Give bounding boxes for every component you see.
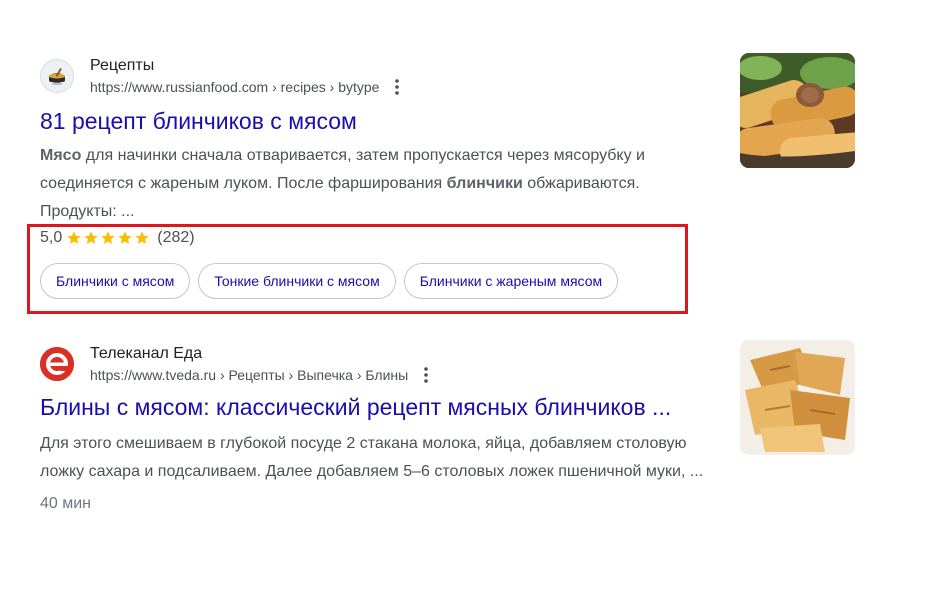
folded-crepes-image[interactable] <box>740 340 855 455</box>
rating-score: 5,0 <box>40 229 63 246</box>
result-title-link[interactable]: 81 рецепт блинчиков с мясом <box>40 106 740 136</box>
tveda-logo-icon <box>40 347 74 381</box>
more-options-icon[interactable] <box>420 366 432 384</box>
star-icon <box>118 231 132 244</box>
site-name: Телеканал Еда <box>90 345 203 362</box>
rating-row: 5,0 (282) <box>40 226 195 250</box>
snippet-bold-term: Мясо <box>40 147 82 164</box>
rating-count: (282) <box>157 229 195 246</box>
star-icon <box>84 231 98 244</box>
result-title-link[interactable]: Блины с мясом: классический рецепт мясны… <box>40 390 720 424</box>
chip-tonkie-blinchiki[interactable]: Тонкие блинчики с мясом <box>198 263 396 299</box>
stuffed-crepes-image[interactable] <box>740 53 855 168</box>
star-icon <box>67 231 81 244</box>
chip-zharenym-myasom[interactable]: Блинчики с жареным мясом <box>403 263 619 299</box>
site-name: Рецепты <box>90 57 155 74</box>
result-snippet: Мясо для начинки сначала отваривается, з… <box>40 142 710 226</box>
cooking-time: 40 мин <box>40 495 92 512</box>
star-icon <box>101 231 115 244</box>
snippet-bold-term: блинчики <box>446 175 523 192</box>
chip-blinchiki-s-myasom[interactable]: Блинчики с мясом <box>40 263 191 299</box>
star-rating <box>66 230 151 246</box>
cooking-pot-icon <box>40 59 74 93</box>
star-icon <box>135 231 149 244</box>
result-url: https://www.russianfood.com › recipes › … <box>90 79 380 95</box>
search-result-2: Телеканал Еда https://www.tveda.ru › Рец… <box>40 340 740 516</box>
result-source[interactable]: Телеканал Еда https://www.tveda.ru › Рец… <box>40 340 740 388</box>
more-options-icon[interactable] <box>391 78 403 96</box>
result-url: https://www.tveda.ru › Рецепты › Выпечка… <box>90 367 409 383</box>
result-source[interactable]: Рецепты https://www.russianfood.com › re… <box>40 52 740 100</box>
result-snippet: Для этого смешиваем в глубокой посуде 2 … <box>40 435 704 480</box>
related-chips: Блинчики с мясом Тонкие блинчики с мясом… <box>40 263 626 299</box>
search-result-1: Рецепты https://www.russianfood.com › re… <box>40 52 740 226</box>
